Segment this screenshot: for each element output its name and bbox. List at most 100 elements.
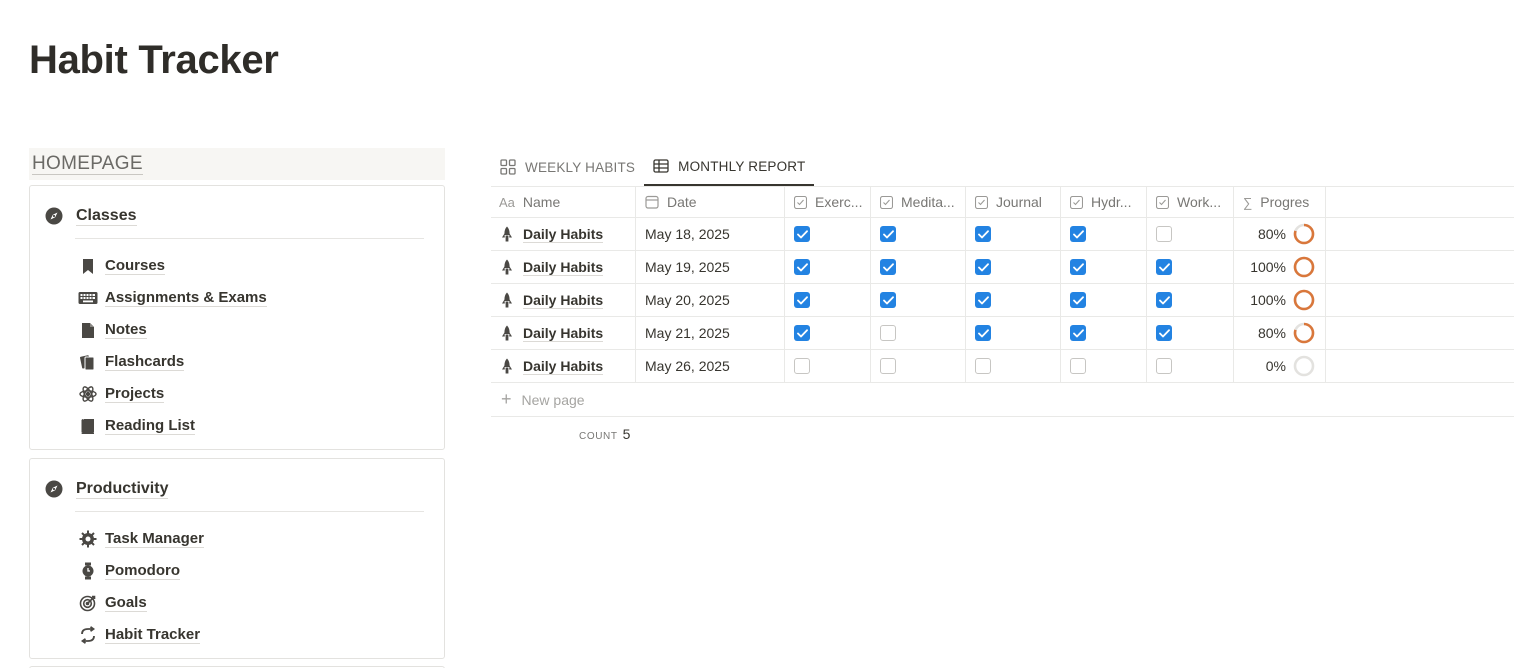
checkbox-checked[interactable] (975, 226, 991, 242)
column-header-progress[interactable]: ∑ Progres (1234, 187, 1326, 217)
checkbox-unchecked[interactable] (1156, 226, 1172, 242)
book-icon (78, 417, 98, 435)
plus-icon: + (501, 389, 512, 409)
cell-progress: 80% (1234, 317, 1326, 349)
divider (75, 238, 424, 239)
checkbox-checked[interactable] (880, 259, 896, 275)
row-title[interactable]: Daily Habits (523, 325, 604, 342)
target-icon (78, 594, 98, 612)
check-icon (882, 262, 894, 271)
table-row[interactable]: Daily Habits May 18, 2025 80% (491, 218, 1514, 251)
cell-name[interactable]: Daily Habits (491, 317, 636, 349)
column-header-meditation[interactable]: Medita... (871, 187, 966, 217)
tab-monthly-report[interactable]: MONTHLY REPORT (644, 148, 815, 186)
nav-item-courses[interactable]: Courses (78, 250, 267, 282)
column-header-journal[interactable]: Journal (966, 187, 1061, 217)
homepage-link-bar[interactable]: HOMEPAGE (29, 148, 445, 180)
nav-item-habit-tracker[interactable]: Habit Tracker (78, 619, 204, 651)
checkbox-checked[interactable] (975, 325, 991, 341)
checkbox-checked[interactable] (975, 259, 991, 275)
check-icon (1072, 262, 1084, 271)
checkbox-unchecked[interactable] (794, 358, 810, 374)
nav-item-label[interactable]: Assignments & Exams (105, 289, 267, 307)
column-header-name[interactable]: Aa Name (491, 187, 636, 217)
checkbox-checked[interactable] (1070, 259, 1086, 275)
stopwatch-icon (78, 562, 98, 580)
cell-date[interactable]: May 19, 2025 (636, 251, 785, 283)
progress-ring (1293, 322, 1315, 344)
tab-label[interactable]: MONTHLY REPORT (678, 159, 805, 174)
column-header-hydration[interactable]: Hydr... (1061, 187, 1147, 217)
compass-icon (45, 207, 63, 225)
checkbox-unchecked[interactable] (975, 358, 991, 374)
tab-label[interactable]: WEEKLY HABITS (525, 160, 635, 175)
checkbox-checked[interactable] (794, 325, 810, 341)
column-header-workout[interactable]: Work... (1147, 187, 1234, 217)
new-page-button[interactable]: + New page (491, 383, 1514, 417)
classes-heading[interactable]: Classes (45, 204, 137, 228)
nav-item-goals[interactable]: Goals (78, 587, 204, 619)
checkbox-unchecked[interactable] (1070, 358, 1086, 374)
nav-item-label[interactable]: Reading List (105, 417, 196, 435)
checkbox-checked[interactable] (794, 226, 810, 242)
tab-weekly-habits[interactable]: WEEKLY HABITS (491, 148, 644, 186)
nav-item-label[interactable]: Projects (105, 385, 165, 403)
cell-date[interactable]: May 20, 2025 (636, 284, 785, 316)
nav-item-label[interactable]: Flashcards (105, 353, 185, 371)
productivity-heading-label[interactable]: Productivity (76, 480, 169, 499)
nav-item-pomodoro[interactable]: Pomodoro (78, 555, 204, 587)
nav-item-label[interactable]: Goals (105, 594, 147, 612)
checkbox-checked[interactable] (1070, 226, 1086, 242)
checkbox-unchecked[interactable] (1156, 358, 1172, 374)
progress-percent: 80% (1257, 226, 1286, 242)
new-page-label[interactable]: New page (522, 392, 585, 408)
checkbox-checked[interactable] (1156, 292, 1172, 308)
checkbox-checked[interactable] (1070, 292, 1086, 308)
nav-item-label[interactable]: Courses (105, 257, 166, 275)
checkbox-checked[interactable] (794, 259, 810, 275)
cell-name[interactable]: Daily Habits (491, 284, 636, 316)
nav-item-label[interactable]: Pomodoro (105, 562, 180, 580)
nav-item-notes[interactable]: Notes (78, 314, 267, 346)
column-header-exercise[interactable]: Exerc... (785, 187, 871, 217)
checkbox-checked[interactable] (1070, 325, 1086, 341)
cell-name[interactable]: Daily Habits (491, 251, 636, 283)
row-title[interactable]: Daily Habits (523, 259, 604, 276)
nav-item-task-manager[interactable]: Task Manager (78, 523, 204, 555)
checkbox-unchecked[interactable] (880, 358, 896, 374)
cell-date[interactable]: May 21, 2025 (636, 317, 785, 349)
homepage-link[interactable]: HOMEPAGE (32, 154, 143, 175)
nav-item-projects[interactable]: Projects (78, 378, 267, 410)
table-row[interactable]: Daily Habits May 26, 2025 0% (491, 350, 1514, 383)
checkbox-checked[interactable] (880, 292, 896, 308)
productivity-heading[interactable]: Productivity (45, 477, 169, 501)
classes-heading-label[interactable]: Classes (76, 207, 137, 226)
cell-date[interactable]: May 18, 2025 (636, 218, 785, 250)
row-title[interactable]: Daily Habits (523, 226, 604, 243)
table-row[interactable]: Daily Habits May 21, 2025 80% (491, 317, 1514, 350)
nav-item-assignments-exams[interactable]: Assignments & Exams (78, 282, 267, 314)
cell-name[interactable]: Daily Habits (491, 350, 636, 382)
row-title[interactable]: Daily Habits (523, 292, 604, 309)
checkbox-unchecked[interactable] (880, 325, 896, 341)
rocket-icon (502, 259, 512, 274)
productivity-card: Productivity Task Manager Pomodoro Goals… (29, 458, 445, 659)
nav-item-label[interactable]: Task Manager (105, 530, 204, 548)
checkbox-checked[interactable] (1156, 325, 1172, 341)
table-row[interactable]: Daily Habits May 20, 2025 100% (491, 284, 1514, 317)
column-header-date[interactable]: Date (636, 187, 785, 217)
cell-name[interactable]: Daily Habits (491, 218, 636, 250)
row-title[interactable]: Daily Habits (523, 358, 604, 375)
checkbox-checked[interactable] (880, 226, 896, 242)
cell-date[interactable]: May 26, 2025 (636, 350, 785, 382)
nav-item-label[interactable]: Notes (105, 321, 147, 339)
nav-item-flashcards[interactable]: Flashcards (78, 346, 267, 378)
checkbox-checked[interactable] (1156, 259, 1172, 275)
checkbox-checked[interactable] (975, 292, 991, 308)
nav-item-label[interactable]: Habit Tracker (105, 626, 201, 644)
table-row[interactable]: Daily Habits May 19, 2025 100% (491, 251, 1514, 284)
check-icon (1072, 229, 1084, 238)
count-summary[interactable]: COUNT 5 (579, 426, 630, 442)
nav-item-reading-list[interactable]: Reading List (78, 410, 267, 442)
checkbox-checked[interactable] (794, 292, 810, 308)
